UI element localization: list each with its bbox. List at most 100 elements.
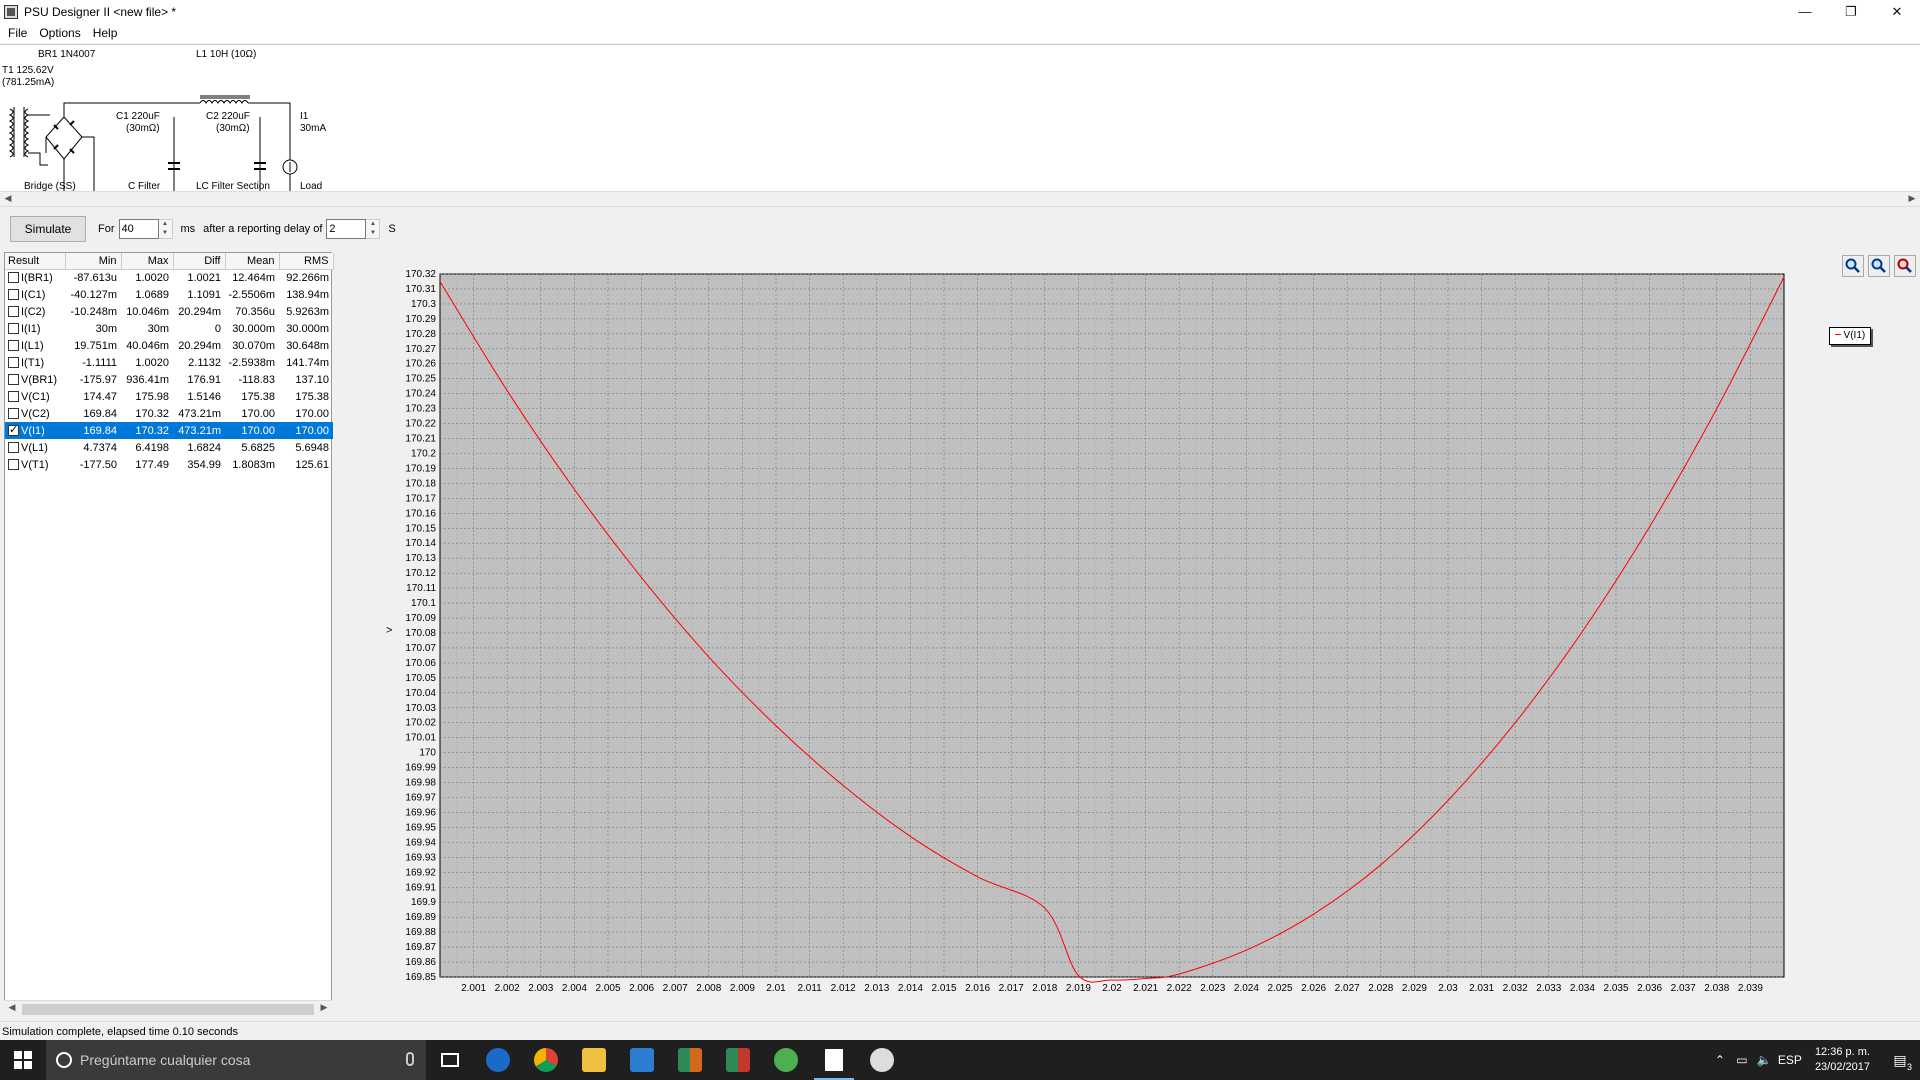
table-row[interactable]: I(C1) -40.127m 1.0689 1.1091 -2.5506m 138.94m — [5, 286, 333, 303]
results-table[interactable]: Result Min Max Diff Mean RMS I(BR1) -87.6… — [4, 252, 334, 1017]
start-button[interactable] — [0, 1040, 46, 1080]
result-checkbox[interactable] — [8, 441, 19, 453]
cell-name[interactable]: I(L1) — [5, 337, 65, 354]
taskbar-chrome[interactable] — [522, 1040, 570, 1080]
spin-down-icon[interactable]: ▼ — [366, 229, 379, 238]
column-header-result[interactable]: Result — [5, 253, 66, 270]
schematic-panel[interactable]: BR1 1N4007 T1 125.62V (781.25mA) L1 10H … — [0, 44, 1920, 192]
result-checkbox[interactable] — [8, 339, 19, 351]
voltage-chart[interactable]: 2.001 2.002 2.003 2.004 2.005 2.006 2.007 2.008… — [336, 252, 1920, 1017]
column-header-max[interactable]: Max — [121, 253, 174, 270]
zoom-in-icon[interactable] — [1842, 255, 1864, 277]
result-checkbox[interactable] — [8, 390, 19, 402]
cell-name[interactable]: I(C2) — [5, 303, 65, 320]
notification-center-button[interactable]: ▤ 3 — [1880, 1040, 1920, 1080]
cell-name[interactable]: V(C1) — [5, 388, 65, 405]
task-view-icon — [441, 1053, 459, 1067]
column-header-min[interactable]: Min — [65, 253, 122, 270]
table-row[interactable]: I(BR1) -87.613u 1.0020 1.0021 12.464m 92.266m — [5, 269, 333, 286]
bridge-rectifier-symbol[interactable] — [45, 102, 100, 192]
x-tick-label: 2.018 — [1032, 983, 1057, 994]
task-view-button[interactable] — [426, 1040, 474, 1080]
spin-up-icon[interactable]: ▲ — [159, 220, 172, 229]
cell-name[interactable]: V(T1) — [5, 456, 65, 473]
result-checkbox[interactable] — [8, 373, 19, 385]
language-indicator[interactable]: ESP — [1775, 1053, 1805, 1067]
table-row[interactable]: I(I1) 30m 30m 0 30.000m 30.000m — [5, 320, 333, 337]
result-checkbox[interactable] — [8, 322, 19, 334]
cell-name[interactable]: V(L1) — [5, 439, 65, 456]
taskbar-file-explorer[interactable] — [570, 1040, 618, 1080]
table-row[interactable]: V(C2) 169.84 170.32 473.21m 170.00 170.00 — [5, 405, 333, 422]
plot-panel[interactable]: 2.001 2.002 2.003 2.004 2.005 2.006 2.007 2.008… — [336, 252, 1920, 1017]
result-checkbox[interactable] — [8, 423, 19, 436]
menu-file[interactable]: File — [2, 26, 33, 40]
result-checkbox[interactable] — [8, 356, 19, 368]
taskbar-utorrent[interactable] — [762, 1040, 810, 1080]
inductor-symbol[interactable] — [199, 95, 260, 104]
result-checkbox[interactable] — [8, 271, 19, 283]
result-checkbox[interactable] — [8, 458, 19, 470]
taskbar-app-3[interactable] — [858, 1040, 906, 1080]
cell-max: 40.046m — [126, 339, 169, 352]
simulate-button[interactable]: Simulate — [10, 216, 86, 242]
duration-spinner[interactable]: ▲▼ — [118, 219, 173, 239]
cell-name[interactable]: I(C1) — [5, 286, 65, 303]
maximize-button[interactable]: ❐ — [1828, 0, 1874, 23]
result-checkbox[interactable] — [8, 407, 19, 419]
taskbar-edge[interactable] — [474, 1040, 522, 1080]
cell-name[interactable]: V(I1) — [5, 422, 65, 439]
spin-down-icon[interactable]: ▼ — [159, 229, 172, 238]
zoom-reset-icon[interactable] — [1894, 255, 1916, 277]
menu-options[interactable]: Options — [33, 26, 86, 40]
table-row[interactable]: V(L1) 4.7374 6.4198 1.6824 5.6825 5.6948 — [5, 439, 333, 456]
scroll-left-arrow-icon[interactable]: ◀ — [4, 1002, 20, 1013]
cell-name[interactable]: V(BR1) — [5, 371, 65, 388]
cell-mean: 70.356u — [235, 305, 275, 318]
table-row[interactable]: V(T1) -177.50 177.49 354.99 1.8083m 125.61 — [5, 456, 333, 473]
transformer-symbol[interactable] — [8, 107, 50, 166]
taskbar-app-1[interactable] — [666, 1040, 714, 1080]
current-source-symbol[interactable] — [282, 159, 298, 175]
scrollbar-thumb[interactable] — [22, 1004, 314, 1015]
close-button[interactable]: ✕ — [1874, 0, 1920, 23]
zoom-out-icon[interactable] — [1868, 255, 1890, 277]
scroll-left-arrow-icon[interactable]: ◀ — [0, 193, 16, 206]
taskbar-app-2[interactable] — [714, 1040, 762, 1080]
result-checkbox[interactable] — [8, 305, 19, 317]
column-header-diff[interactable]: Diff — [173, 253, 226, 270]
minimize-button[interactable]: — — [1782, 0, 1828, 23]
cortana-search-box[interactable]: Pregúntame cualquier cosa — [46, 1040, 426, 1080]
scroll-right-arrow-icon[interactable]: ▶ — [1904, 193, 1920, 206]
table-row[interactable]: I(T1) -1.1111 1.0020 2.1132 -2.5938m 141.74m — [5, 354, 333, 371]
network-icon[interactable]: ▭ — [1731, 1053, 1753, 1067]
schematic-scrollbar[interactable]: ◀ ▶ — [0, 191, 1920, 207]
scroll-right-arrow-icon[interactable]: ▶ — [316, 1002, 332, 1013]
result-checkbox[interactable] — [8, 288, 19, 300]
clock[interactable]: 12:36 p. m. 23/02/2017 — [1815, 1045, 1870, 1075]
taskbar-store[interactable] — [618, 1040, 666, 1080]
cell-name[interactable]: I(T1) — [5, 354, 65, 371]
chevron-up-icon[interactable]: ⌃ — [1709, 1053, 1731, 1067]
table-row[interactable]: V(C1) 174.47 175.98 1.5146 175.38 175.38 — [5, 388, 333, 405]
cell-name[interactable]: V(C2) — [5, 405, 65, 422]
delay-spinner[interactable]: ▲▼ — [326, 219, 381, 239]
duration-input[interactable] — [118, 219, 159, 239]
table-row[interactable]: I(L1) 19.751m 40.046m 20.294m 30.070m 30.648m — [5, 337, 333, 354]
results-scrollbar[interactable]: ◀ ▶ — [4, 1000, 332, 1017]
column-header-rms[interactable]: RMS — [279, 253, 334, 270]
cell-name[interactable]: I(BR1) — [5, 269, 65, 286]
table-row[interactable]: I(C2) -10.248m 10.046m 20.294m 70.356u 5.9263… — [5, 303, 333, 320]
column-header-mean[interactable]: Mean — [225, 253, 280, 270]
taskbar-psu-designer[interactable] — [810, 1040, 858, 1080]
menu-help[interactable]: Help — [87, 26, 124, 40]
x-tick-label: 2.034 — [1570, 983, 1595, 994]
microphone-icon[interactable] — [406, 1052, 414, 1066]
table-row[interactable]: V(BR1) -175.97 936.41m 176.91 -118.83 137.10 — [5, 371, 333, 388]
volume-icon[interactable]: 🔈 — [1753, 1053, 1775, 1067]
spin-up-icon[interactable]: ▲ — [366, 220, 379, 229]
table-row[interactable]: V(I1)169.84170.32473.21m170.00170.00 — [5, 422, 333, 439]
cell-name[interactable]: I(I1) — [5, 320, 65, 337]
cell-rms: 141.74m — [286, 356, 329, 369]
delay-input[interactable] — [326, 219, 367, 239]
